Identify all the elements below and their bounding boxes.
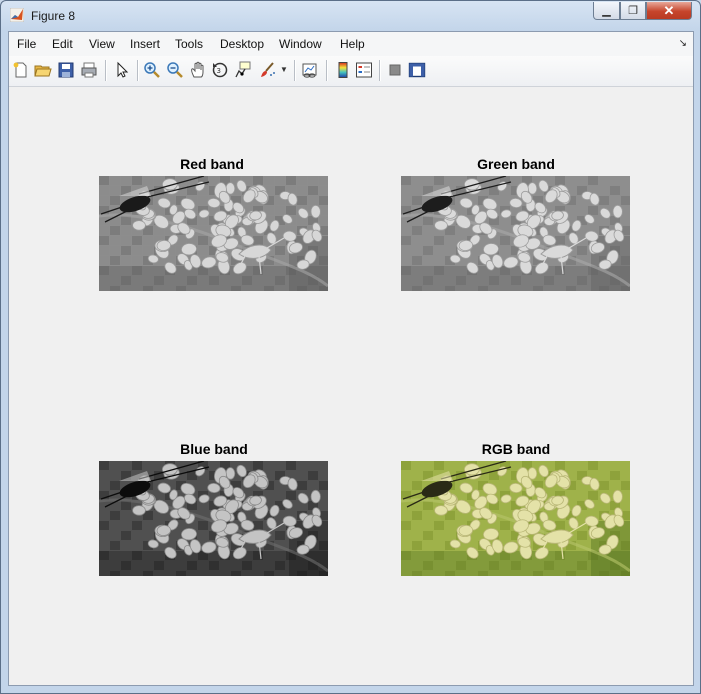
show-plot-tools-icon[interactable]	[408, 61, 426, 79]
menu-file[interactable]: File	[17, 37, 36, 51]
brush-dropdown-icon[interactable]: ▼	[280, 65, 288, 74]
menu-view[interactable]: View	[89, 37, 115, 51]
menu-help[interactable]: Help	[340, 37, 365, 51]
new-figure-icon[interactable]	[12, 61, 30, 79]
toolbar-separator	[294, 60, 296, 81]
colorbar-icon[interactable]	[334, 61, 352, 79]
maximize-button[interactable]: ❐	[620, 2, 646, 20]
subplot-title: RGB band	[481, 441, 551, 457]
subplot-title: Blue band	[180, 441, 248, 457]
rotate-3d-icon[interactable]: 3	[211, 61, 229, 79]
zoom-in-icon[interactable]	[143, 61, 161, 79]
figure-canvas: Red band Green band Blue band RGB band	[9, 87, 693, 685]
client-area: File Edit View Insert Tools Desktop Wind…	[8, 31, 694, 686]
band-image	[99, 461, 328, 576]
subplot-title: Green band	[477, 156, 555, 172]
image-panel-green[interactable]	[401, 176, 630, 291]
toolbar-separator	[326, 60, 328, 81]
matlab-logo-icon	[10, 8, 24, 22]
menu-window[interactable]: Window	[279, 37, 322, 51]
band-image	[401, 461, 630, 576]
subplot-title: Red band	[180, 156, 244, 172]
print-icon[interactable]	[80, 61, 98, 79]
open-file-icon[interactable]	[34, 61, 52, 79]
menu-desktop[interactable]: Desktop	[220, 37, 264, 51]
minimize-button[interactable]: ▁	[593, 2, 620, 20]
close-icon: ✕	[663, 2, 675, 18]
link-plot-icon[interactable]	[301, 61, 319, 79]
title-bar[interactable]: Figure 8 ▁ ❐ ✕	[1, 1, 700, 31]
svg-text:3: 3	[217, 67, 221, 75]
image-panel-blue[interactable]	[99, 461, 328, 576]
band-image	[99, 176, 328, 291]
toolbar-separator	[137, 60, 139, 81]
menu-edit[interactable]: Edit	[52, 37, 73, 51]
toolbar-separator	[379, 60, 381, 81]
image-panel-rgb[interactable]	[401, 461, 630, 576]
menu-insert[interactable]: Insert	[130, 37, 160, 51]
save-icon[interactable]	[57, 61, 75, 79]
menu-dock-arrow-icon[interactable]: ↘	[679, 38, 687, 49]
hide-plot-tools-icon[interactable]	[386, 61, 404, 79]
zoom-out-icon[interactable]	[166, 61, 184, 79]
figure-toolbar: 3 ▼	[9, 56, 693, 87]
pan-icon[interactable]	[189, 61, 207, 79]
data-cursor-icon[interactable]	[234, 61, 252, 79]
band-image	[401, 176, 630, 291]
legend-icon[interactable]	[355, 61, 373, 79]
close-button[interactable]: ✕	[646, 2, 692, 20]
figure-window: Figure 8 ▁ ❐ ✕ File Edit View Insert Too…	[0, 0, 701, 694]
maximize-icon: ❐	[628, 5, 638, 17]
image-panel-red[interactable]	[99, 176, 328, 291]
menu-bar: File Edit View Insert Tools Desktop Wind…	[9, 32, 693, 57]
window-title: Figure 8	[31, 9, 76, 23]
brush-icon[interactable]	[259, 61, 277, 79]
pointer-icon[interactable]	[113, 61, 131, 79]
menu-tools[interactable]: Tools	[175, 37, 203, 51]
minimize-icon: ▁	[602, 5, 611, 17]
toolbar-separator	[105, 60, 107, 81]
